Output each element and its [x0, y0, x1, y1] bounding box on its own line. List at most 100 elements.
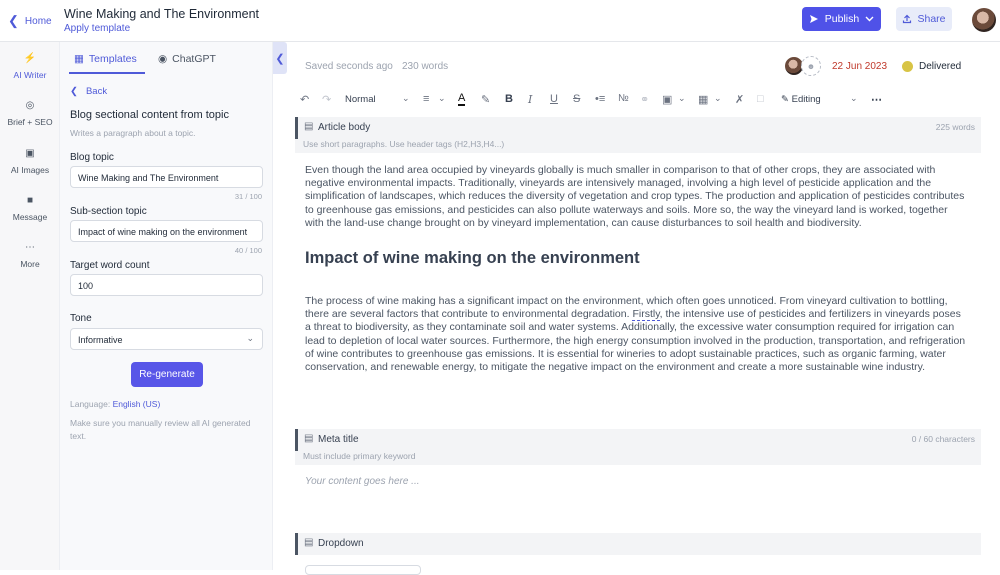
rail-label: Brief + SEO	[7, 117, 53, 127]
bolt-icon: ⚡	[23, 53, 37, 64]
align-icon[interactable]: ≡	[423, 93, 429, 105]
article-paragraph-2[interactable]: The process of wine making has a signifi…	[305, 295, 967, 374]
rail-item-brief-seo[interactable]: ◎ Brief + SEO	[0, 100, 60, 127]
tone-value: Informative	[78, 335, 123, 345]
chevron-left-icon: ❮	[70, 86, 78, 97]
chevron-down-icon[interactable]: ⌄	[678, 93, 686, 104]
home-label: Home	[24, 15, 52, 27]
target-word-count-input[interactable]: 100	[70, 274, 263, 296]
collapse-panel-button[interactable]: ❮	[273, 42, 287, 74]
underline-icon[interactable]: U	[550, 93, 558, 105]
italic-icon[interactable]: I	[528, 93, 532, 106]
target-icon: ◎	[25, 100, 35, 111]
rail-item-more[interactable]: ⋯ More	[0, 242, 60, 269]
section-edge	[295, 533, 298, 555]
rail-item-ai-writer[interactable]: ⚡ AI Writer	[0, 53, 60, 80]
dropdown-title: Dropdown	[318, 538, 364, 549]
word-count: 230 words	[402, 61, 449, 72]
top-bar: ❮ Home Wine Making and The Environment A…	[0, 0, 1000, 42]
strikethrough-icon[interactable]: S	[573, 93, 580, 105]
chevron-down-icon[interactable]: ⌄	[714, 93, 722, 104]
article-paragraph-1[interactable]: Even though the land area occupied by vi…	[305, 164, 967, 230]
highlight-icon[interactable]: ✎	[481, 93, 490, 106]
text-style-select[interactable]: Normal	[345, 94, 376, 105]
document-title: Wine Making and The Environment	[64, 7, 260, 21]
language-link[interactable]: English (US)	[113, 399, 161, 409]
home-link[interactable]: ❮ Home	[8, 13, 52, 29]
meta-title-input[interactable]: Your content goes here ...	[305, 476, 420, 487]
comment-icon[interactable]: □	[757, 93, 764, 105]
chevron-down-icon[interactable]: ⌄	[850, 93, 858, 104]
image-icon[interactable]: ▣	[662, 93, 672, 106]
meta-title-label: Meta title	[318, 434, 359, 445]
chevron-down-icon[interactable]: ⌄	[438, 93, 446, 104]
article-body-header: ▤ Article body 225 words Use short parag…	[295, 117, 981, 153]
due-date[interactable]: 22 Jun 2023	[832, 61, 887, 72]
share-label: Share	[917, 13, 946, 25]
document-icon: ▤	[304, 433, 314, 444]
rail-item-ai-images[interactable]: ▣ AI Images	[0, 148, 60, 175]
article-body-title: Article body	[318, 122, 371, 133]
editing-mode-label: Editing	[791, 94, 821, 105]
target-word-count-label: Target word count	[70, 260, 150, 271]
chevron-down-icon	[865, 16, 874, 22]
template-heading: Blog sectional content from topic	[70, 109, 229, 121]
link-icon[interactable]: ⚭	[640, 93, 649, 106]
status-label[interactable]: Delivered	[919, 61, 961, 72]
add-user-icon: ☻	[806, 61, 816, 71]
ai-writer-panel: ▦ Templates ◉ ChatGPT ❮ Back Blog sectio…	[60, 42, 273, 570]
share-button[interactable]: Share	[896, 7, 952, 31]
grid-icon: ▦	[74, 53, 84, 65]
apply-template-link[interactable]: Apply template	[64, 23, 130, 34]
chevron-left-icon: ❮	[275, 52, 285, 65]
send-icon	[809, 15, 818, 23]
tone-label: Tone	[70, 313, 92, 324]
dropdown-header: ▤ Dropdown	[295, 533, 981, 555]
tab-templates[interactable]: ▦ Templates	[74, 53, 137, 65]
editor-toolbar: ↶ ↷ Normal ⌄ ≡ ⌄ A ✎ B I U S •≡ № ⚭ ▣ ⌄ …	[295, 90, 895, 110]
publish-button[interactable]: Publish	[802, 7, 881, 31]
more-options-icon[interactable]: ⋯	[871, 93, 882, 106]
spellcheck-word[interactable]: Firstly	[632, 308, 660, 322]
back-link[interactable]: ❮ Back	[70, 86, 107, 97]
table-icon[interactable]: ▦	[698, 93, 708, 106]
chevron-down-icon: ⌄	[246, 333, 254, 343]
bullet-list-icon[interactable]: •≡	[595, 93, 605, 105]
save-status: Saved seconds ago	[305, 61, 393, 72]
blog-topic-label: Blog topic	[70, 152, 114, 163]
blog-topic-input[interactable]: Wine Making and The Environment	[70, 166, 263, 188]
tone-select[interactable]: Informative ⌄	[70, 328, 263, 350]
meta-title-hint: Must include primary keyword	[303, 451, 416, 461]
add-collaborator-button[interactable]: ☻	[801, 56, 821, 76]
redo-icon[interactable]: ↷	[322, 93, 331, 106]
user-avatar[interactable]	[972, 8, 996, 32]
rail-label: AI Images	[10, 165, 50, 175]
editing-mode-select[interactable]: ✎ Editing	[781, 94, 821, 105]
publish-label: Publish	[824, 13, 860, 25]
article-word-count: 225 words	[935, 122, 975, 132]
regenerate-button[interactable]: Re-generate	[131, 362, 203, 387]
tab-chatgpt[interactable]: ◉ ChatGPT	[158, 53, 216, 65]
bold-icon[interactable]: B	[505, 93, 513, 105]
review-warning: Make sure you manually review all AI gen…	[70, 418, 251, 441]
undo-icon[interactable]: ↶	[300, 93, 309, 106]
section-edge	[295, 429, 298, 451]
chat-icon: ■	[26, 195, 34, 206]
document-icon: ▤	[304, 121, 314, 132]
article-heading[interactable]: Impact of wine making on the environment	[305, 249, 640, 268]
text-color-icon[interactable]: A	[458, 93, 466, 106]
left-rail: ⚡ AI Writer ◎ Brief + SEO ▣ AI Images ■ …	[0, 42, 60, 570]
blog-topic-count: 31 / 100	[234, 192, 262, 201]
upload-icon	[903, 14, 912, 24]
image-icon: ▣	[25, 148, 35, 159]
rail-item-message[interactable]: ■ Message	[0, 195, 60, 222]
pencil-icon: ✎	[781, 94, 789, 105]
clear-format-icon[interactable]: ✗	[735, 93, 744, 106]
sub-section-input[interactable]: Impact of wine making on the environment	[70, 220, 263, 242]
meta-title-count: 0 / 60 characters	[911, 434, 975, 444]
sub-section-count: 40 / 100	[234, 246, 262, 255]
chevron-left-icon: ❮	[8, 13, 19, 28]
chevron-down-icon[interactable]: ⌄	[402, 93, 410, 104]
dropdown-select[interactable]	[305, 565, 421, 575]
numbered-list-icon[interactable]: №	[618, 93, 629, 104]
